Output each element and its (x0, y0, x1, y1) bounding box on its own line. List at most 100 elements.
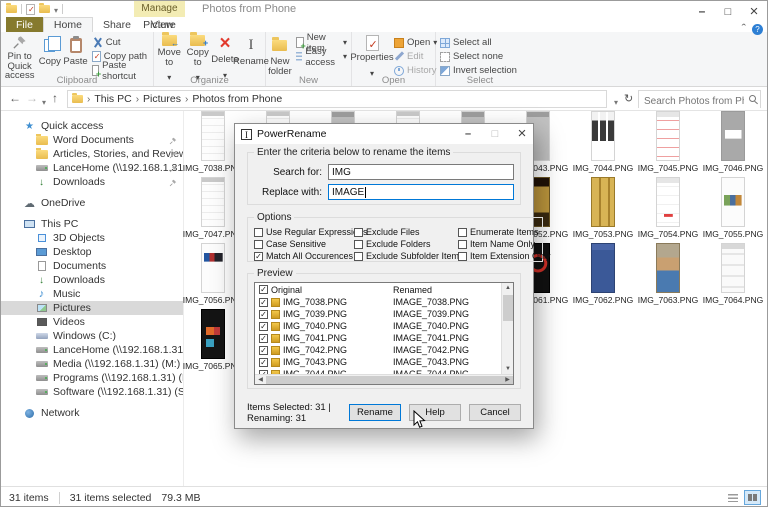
checkbox[interactable] (458, 240, 467, 249)
sidebar-item-pictures[interactable]: Pictures (1, 301, 183, 315)
checkbox[interactable] (458, 252, 467, 261)
checkbox[interactable] (259, 346, 268, 355)
file-item-img-7054-png[interactable]: IMG_7054.PNG (636, 177, 700, 241)
tab-home[interactable]: Home (43, 17, 93, 32)
file-item-img-7055-png[interactable]: IMG_7055.PNG (701, 177, 765, 241)
sidebar-item-downloads[interactable]: Downloads (1, 175, 183, 189)
scroll-right-icon[interactable] (502, 375, 513, 385)
cancel-button[interactable]: Cancel (469, 404, 521, 421)
preview-row[interactable]: IMG_7038.PNGIMAGE_7038.PNG (255, 296, 513, 308)
address-dropdown-icon[interactable] (614, 94, 618, 108)
collapse-ribbon-icon[interactable] (742, 20, 746, 38)
file-item-img-7046-png[interactable]: IMG_7046.PNG (701, 111, 765, 175)
checkbox[interactable] (254, 228, 263, 237)
rename-confirm-button[interactable]: Rename (349, 404, 401, 421)
sidebar-item-3d-objects[interactable]: 3D Objects (1, 231, 183, 245)
scroll-up-icon[interactable] (502, 283, 514, 294)
option-case-sensitive[interactable]: Case Sensitive (254, 239, 346, 249)
paste-button[interactable]: Paste (62, 34, 89, 76)
checkbox[interactable] (254, 252, 263, 261)
sidebar-item-quick-access[interactable]: Quick access (1, 119, 183, 133)
scrollbar-thumb[interactable] (266, 376, 514, 384)
maximize-button[interactable] (715, 1, 741, 22)
sidebar-item-programs-192-168-1-31-p[interactable]: Programs (\\192.168.1.31) (P:) (1, 371, 183, 385)
preview-row[interactable]: IMG_7043.PNGIMAGE_7043.PNG (255, 356, 513, 368)
option-item-name-only[interactable]: Item Name Only (458, 239, 536, 249)
breadcrumb-photos-from-phone[interactable]: Photos from Phone (192, 93, 282, 105)
breadcrumb-pictures[interactable]: Pictures (143, 93, 181, 105)
option-enumerate-items[interactable]: Enumerate Items (458, 227, 536, 237)
checkbox[interactable] (354, 252, 363, 261)
checkbox[interactable] (259, 358, 268, 367)
file-item-img-7044-png[interactable]: IMG_7044.PNG (571, 111, 635, 175)
help-icon[interactable] (752, 24, 763, 35)
option-item-extension-only[interactable]: Item Extension Only (458, 251, 536, 261)
checkbox[interactable] (354, 228, 363, 237)
back-icon[interactable] (9, 91, 21, 105)
replace-with-input[interactable]: IMAGE (328, 184, 514, 200)
new-folder-button[interactable]: New folder (267, 34, 293, 76)
search-for-input[interactable]: IMG (328, 164, 514, 180)
file-item-img-7062-png[interactable]: IMG_7062.PNG (571, 243, 635, 307)
sidebar-item-documents[interactable]: Documents (1, 259, 183, 273)
sidebar-item-lancehome-192-168-1-31-l[interactable]: LanceHome (\\192.168.1.31) (L:) (1, 343, 183, 357)
search-input[interactable] (639, 94, 760, 110)
checkbox[interactable] (259, 298, 268, 307)
checkbox[interactable] (354, 240, 363, 249)
dialog-maximize-button[interactable] (484, 125, 506, 143)
horizontal-scrollbar[interactable] (255, 374, 513, 384)
move-to-button[interactable]: ← Move to (155, 34, 184, 76)
pin-to-quick-access-button[interactable]: Pin to Quick access (2, 34, 37, 76)
customize-qat-icon[interactable] (54, 0, 58, 18)
vertical-scrollbar[interactable] (501, 283, 513, 375)
file-item-img-7053-png[interactable]: IMG_7053.PNG (571, 177, 635, 241)
new-folder-qat-icon[interactable] (39, 5, 50, 13)
copy-to-button[interactable]: + Copy to (184, 34, 213, 76)
preview-row[interactable]: IMG_7039.PNGIMAGE_7039.PNG (255, 308, 513, 320)
copy-button[interactable]: Copy (37, 34, 62, 76)
preview-row[interactable]: IMG_7040.PNGIMAGE_7040.PNG (255, 320, 513, 332)
breadcrumb[interactable]: This PC Pictures Photos from Phone (67, 90, 607, 108)
forward-icon[interactable] (26, 91, 38, 105)
easy-access-button[interactable]: Easy access (293, 50, 350, 63)
close-button[interactable] (741, 1, 767, 22)
tab-file[interactable]: File (6, 17, 43, 32)
checkbox[interactable] (259, 334, 268, 343)
select-all-checkbox[interactable] (259, 285, 268, 294)
select-all-button[interactable]: Select all (437, 36, 520, 49)
up-icon[interactable] (52, 91, 58, 105)
properties-qat-icon[interactable] (26, 4, 35, 15)
option-match-all-occurences[interactable]: Match All Occurences (254, 251, 346, 261)
cut-button[interactable]: Cut (89, 36, 152, 49)
checkbox[interactable] (254, 240, 263, 249)
sidebar-item-this-pc[interactable]: This PC (1, 217, 183, 231)
dialog-minimize-button[interactable] (457, 125, 479, 143)
rename-button[interactable]: Rename (238, 34, 264, 76)
sidebar-item-software-192-168-1-31-s[interactable]: Software (\\192.168.1.31) (S:) (1, 385, 183, 399)
checkbox[interactable] (259, 322, 268, 331)
file-item-img-7064-png[interactable]: IMG_7064.PNG (701, 243, 765, 307)
sidebar-item-onedrive[interactable]: OneDrive (1, 196, 183, 210)
preview-row[interactable]: IMG_7042.PNGIMAGE_7042.PNG (255, 344, 513, 356)
option-use-regular-expressions[interactable]: Use Regular Expressions (254, 227, 346, 237)
dialog-close-button[interactable] (511, 125, 533, 143)
sidebar-item-downloads[interactable]: Downloads (1, 273, 183, 287)
checkbox[interactable] (458, 228, 467, 237)
sidebar-item-network[interactable]: Network (1, 406, 183, 420)
sidebar-item-media-192-168-1-31-m[interactable]: Media (\\192.168.1.31) (M:) (1, 357, 183, 371)
details-view-icon[interactable] (724, 490, 741, 505)
select-none-button[interactable]: Select none (437, 50, 520, 63)
sidebar-item-lancehome-192-168-1-31-l[interactable]: LanceHome (\\192.168.1.31) (L:) (1, 161, 183, 175)
option-exclude-files[interactable]: Exclude Files (354, 227, 450, 237)
open-button[interactable]: Open (391, 36, 440, 49)
breadcrumb-this-pc[interactable]: This PC (94, 93, 131, 105)
file-item-img-7045-png[interactable]: IMG_7045.PNG (636, 111, 700, 175)
properties-button[interactable]: Properties (353, 34, 391, 76)
refresh-icon[interactable] (624, 91, 633, 105)
edit-button[interactable]: Edit (391, 50, 440, 63)
checkbox[interactable] (259, 310, 268, 319)
scroll-left-icon[interactable] (255, 375, 266, 385)
delete-button[interactable]: Delete (212, 34, 238, 76)
preview-row[interactable]: IMG_7041.PNGIMAGE_7041.PNG (255, 332, 513, 344)
sidebar-item-windows-c[interactable]: Windows (C:) (1, 329, 183, 343)
